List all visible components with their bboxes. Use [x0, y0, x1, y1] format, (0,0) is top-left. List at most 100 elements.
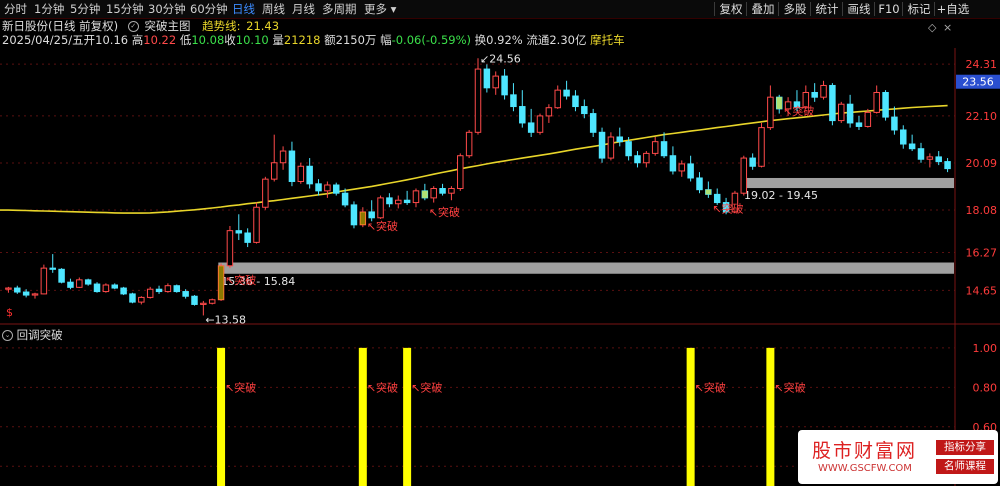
breakout-candle-highlight-3 — [705, 189, 712, 195]
candle-body-12 — [111, 284, 118, 289]
candle-body-39 — [350, 204, 358, 226]
period-tab-2[interactable]: 5分钟 — [70, 1, 100, 17]
candle-body-52 — [465, 131, 473, 157]
period-tab-9[interactable]: 多周期 — [322, 1, 357, 17]
candle-body-91 — [811, 91, 818, 98]
candle-body-8 — [76, 279, 83, 288]
candle-body-56 — [501, 75, 508, 96]
candle-body-65 — [581, 106, 588, 115]
panel-toggle-icon[interactable]: ⌄ — [2, 330, 13, 341]
signal-bar-4 — [766, 347, 775, 486]
high-label: 高 — [131, 33, 144, 47]
toolbar-button-2[interactable]: 多股 — [780, 1, 810, 17]
toolbar-button-6[interactable]: 标记 — [904, 1, 934, 17]
toolbar-button-4[interactable]: 画线 — [844, 1, 874, 17]
candle-body-94 — [838, 103, 845, 122]
candle-body-44 — [395, 199, 402, 205]
signal-label-2: ↖突破 — [411, 380, 442, 394]
price-axis-tick-5: 14.65 — [966, 284, 998, 297]
candle-body-100 — [891, 116, 898, 131]
candle-body-3 — [31, 293, 39, 296]
candle-body-97 — [864, 111, 872, 127]
price-axis-tick-1: 22.10 — [966, 110, 998, 123]
candle-body-59 — [527, 122, 535, 133]
candle-body-103 — [917, 148, 925, 160]
candle-body-48 — [430, 188, 437, 199]
candle-body-19 — [173, 285, 181, 293]
trend-label: 趋势线: — [202, 19, 241, 33]
indicator-toggle-icon[interactable]: ✓ — [127, 21, 139, 32]
signal-label-3: ↖突破 — [695, 380, 726, 394]
candle-body-85 — [758, 127, 765, 167]
candle-body-50 — [448, 188, 455, 194]
float-label: 流通 — [526, 33, 550, 47]
candle-body-22 — [200, 302, 207, 305]
period-tab-8[interactable]: 月线 — [292, 1, 315, 17]
candle-body-73 — [651, 141, 659, 154]
watermark-main: 股市财富网 — [812, 440, 918, 462]
candlestick-chart[interactable]: 15.36 - 15.8419.02 - 19.45↖突破↖突破↖突破 ↖突破↖突… — [0, 0, 1000, 486]
candle-body-23 — [208, 299, 216, 304]
price-axis-tick-2: 20.09 — [966, 157, 998, 170]
candle-body-10 — [93, 283, 101, 293]
candle-body-55 — [492, 75, 499, 89]
candle-body-28 — [253, 206, 260, 243]
period-tab-4[interactable]: 30分钟 — [148, 1, 186, 17]
toolbar-button-1[interactable]: 叠加 — [748, 1, 778, 17]
period-tab-5[interactable]: 60分钟 — [190, 1, 228, 17]
open-label: 开 — [83, 33, 96, 47]
candle-body-2 — [22, 291, 30, 296]
signal-bar-3 — [686, 347, 695, 486]
toolbar-button-5[interactable]: F10 — [876, 1, 902, 17]
candle-body-20 — [182, 291, 189, 297]
candle-body-16 — [146, 288, 154, 298]
period-tab-6[interactable]: 日线 — [232, 1, 255, 17]
candle-body-38 — [341, 192, 349, 206]
period-tab-3[interactable]: 15分钟 — [106, 1, 144, 17]
candle-body-76 — [678, 163, 686, 172]
candle-body-66 — [589, 113, 597, 133]
last-price-label: 23.56 — [962, 76, 994, 89]
toolbar-button-0[interactable]: 复权 — [716, 1, 746, 17]
change-value: -0.06(-0.59%) — [391, 33, 471, 47]
candle-body-34 — [306, 165, 313, 185]
breakout-candle-highlight-1 — [360, 211, 366, 225]
candle-body-7 — [67, 281, 74, 288]
signal-bar-1 — [358, 347, 367, 486]
extreme-price-label-0: ↙24.56 — [480, 52, 521, 65]
breakout-label-0: ↖突破 — [225, 273, 256, 287]
toolbar-separator — [842, 2, 843, 16]
period-tab-0[interactable]: 分时 — [4, 1, 27, 17]
candle-body-1 — [14, 287, 21, 293]
extreme-price-label-1: ←13.58 — [205, 313, 246, 326]
close-label: 收 — [224, 33, 236, 47]
period-tab-10[interactable]: 更多 ▾ — [364, 1, 396, 17]
toolbar-button-3[interactable]: 统计 — [812, 1, 842, 17]
candle-body-80 — [713, 193, 721, 204]
amount-value: 2150万 — [335, 33, 377, 47]
signal-label-0: ↖突破 — [225, 380, 256, 394]
toolbar-separator — [746, 2, 747, 16]
candle-body-30 — [270, 162, 278, 180]
toolbar-button-7[interactable]: +自选 — [936, 1, 970, 17]
signal-label-4: ↖突破 — [774, 380, 805, 394]
sector-value[interactable]: 摩托车 — [590, 33, 625, 47]
candle-body-0 — [5, 287, 12, 290]
candle-body-4 — [40, 267, 48, 295]
candle-body-49 — [439, 188, 446, 194]
toolbar-separator — [810, 2, 811, 16]
candle-body-75 — [669, 155, 677, 172]
candle-body-41 — [368, 211, 375, 219]
watermark-url: WWW.GSCFW.COM — [818, 463, 912, 474]
watermark-logo: 股市财富网 WWW.GSCFW.COM 指标分享 名师课程 — [798, 430, 998, 484]
vol-value: 21218 — [283, 33, 321, 47]
indicator-name[interactable]: 突破主图 — [144, 19, 190, 33]
period-tab-1[interactable]: 1分钟 — [34, 1, 64, 17]
price-axis-tick-3: 18.08 — [966, 204, 998, 217]
candle-body-102 — [908, 143, 916, 150]
stock-name[interactable]: 新日股份(日线 前复权) — [2, 19, 118, 33]
candle-body-57 — [510, 94, 517, 108]
period-tab-7[interactable]: 周线 — [262, 1, 285, 17]
candle-body-58 — [519, 106, 526, 124]
signal-panel-name[interactable]: 回调突破 — [17, 328, 63, 342]
